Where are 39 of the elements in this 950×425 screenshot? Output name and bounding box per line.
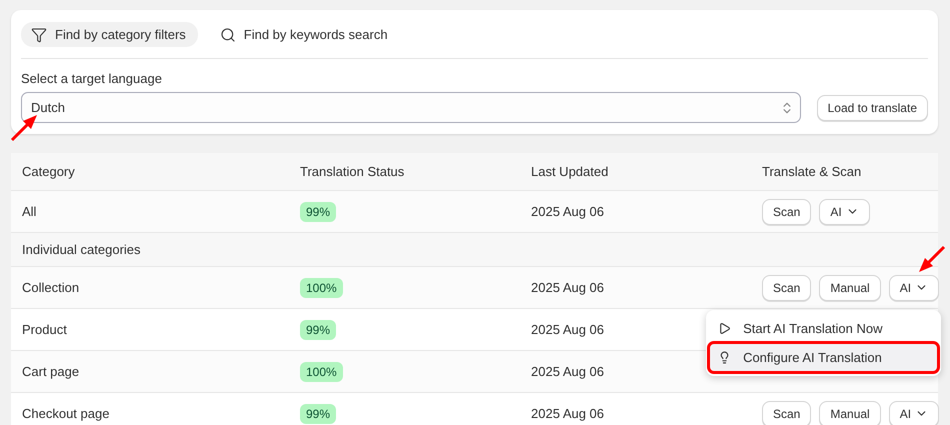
ai-dropdown-button[interactable]: AI — [888, 400, 940, 425]
filter-tab[interactable]: Find by category filters — [21, 22, 198, 47]
category-name: All — [22, 204, 36, 219]
status-badge: 100% — [300, 278, 343, 298]
date-text: 2025 Aug 06 — [531, 322, 604, 337]
status-badge: 99% — [300, 404, 336, 424]
action-button[interactable]: Manual — [819, 400, 881, 425]
category-name: Collection — [22, 280, 80, 295]
ai-dropdown-button[interactable]: AI — [888, 274, 940, 300]
ai-dropdown-button[interactable]: AI — [819, 198, 870, 224]
funnel-icon — [31, 26, 47, 42]
category-name: Cart page — [22, 364, 80, 379]
column-header: Category — [22, 164, 76, 179]
status-badge: 99% — [300, 202, 336, 222]
date-text: 2025 Aug 06 — [531, 204, 604, 219]
action-button[interactable]: Scan — [762, 198, 812, 224]
category-name: Checkout page — [22, 406, 110, 421]
date-text: 2025 Aug 06 — [531, 406, 604, 421]
date-text: 2025 Aug 06 — [531, 364, 604, 379]
action-button[interactable]: Scan — [762, 400, 812, 425]
action-button[interactable]: Manual — [819, 274, 881, 300]
column-header: Last Updated — [531, 164, 610, 179]
date-text: 2025 Aug 06 — [531, 280, 604, 295]
load-button[interactable]: Load to translate — [816, 94, 928, 120]
status-badge: 100% — [300, 362, 343, 382]
play-icon — [718, 322, 732, 334]
action-button[interactable]: Scan — [762, 274, 812, 300]
column-header: Translation Status — [300, 164, 406, 179]
menu-item[interactable]: Start AI Translation Now — [710, 314, 938, 342]
menu-item[interactable]: Configure AI Translation — [710, 344, 938, 370]
language-select[interactable]: Dutch — [21, 92, 801, 123]
status-badge: 99% — [300, 320, 336, 340]
category-name: Product — [22, 322, 67, 337]
column-header: Translate & Scan — [762, 164, 862, 179]
lightbulb-icon — [718, 350, 732, 364]
filter-tab[interactable]: Find by keywords search — [210, 22, 400, 47]
field-label: Select a target language — [21, 71, 163, 86]
search-icon — [220, 26, 236, 42]
section-label: Individual categories — [22, 242, 142, 257]
